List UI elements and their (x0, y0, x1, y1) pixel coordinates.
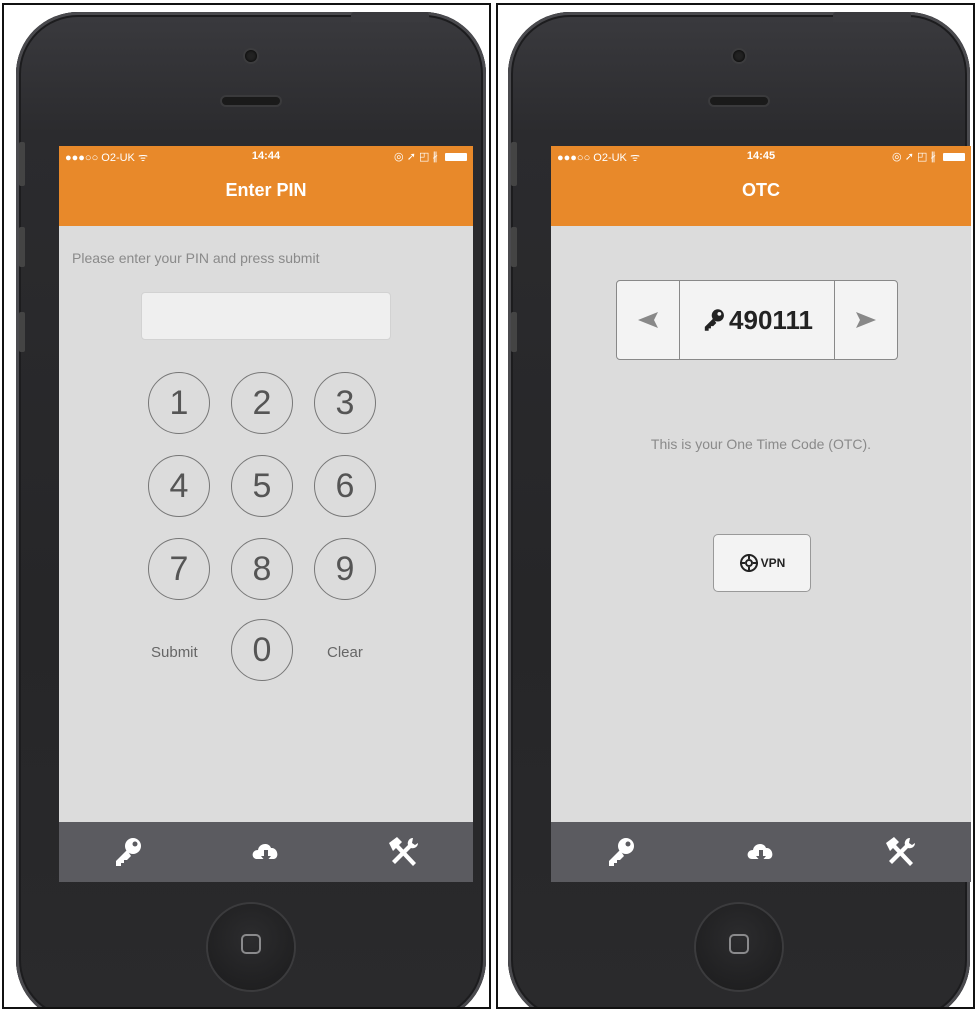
key-1[interactable]: 1 (148, 372, 210, 434)
vpn-label: VPN (760, 556, 786, 570)
key-4[interactable]: 4 (148, 455, 210, 517)
page-title: OTC (742, 180, 780, 200)
pin-screen: ●●●○○ O2-UK ᯤ 14:44 ◎ ➚ ◰ ∦ Enter PIN Pl… (59, 146, 473, 882)
previous-code-button[interactable] (617, 281, 680, 359)
volume-down-button (19, 312, 25, 352)
mute-switch (19, 142, 25, 186)
key-5[interactable]: 5 (231, 455, 293, 517)
battery-icon (943, 153, 965, 162)
status-time: 14:44 (251, 150, 281, 162)
otc-code-display: 490111 (680, 281, 834, 359)
tab-key[interactable] (98, 827, 158, 877)
key-icon (704, 309, 724, 331)
carrier-label: ●●●○○ O2-UK ᯤ (65, 152, 148, 164)
vpn-icon (739, 554, 758, 572)
home-square-icon (729, 934, 749, 954)
key-6[interactable]: 6 (314, 455, 376, 517)
key-icon (116, 838, 141, 866)
tab-key[interactable] (591, 827, 651, 877)
volume-up-button (511, 227, 517, 267)
tools-icon (389, 837, 418, 866)
power-button (833, 12, 911, 22)
status-icons-text: ◎ ➚ ◰ ∦ (892, 151, 936, 163)
status-time: 14:45 (746, 150, 776, 162)
status-icons: ◎ ➚ ◰ ∦ (394, 150, 467, 163)
otc-screen: ●●●○○ O2-UK ᯤ 14:45 ◎ ➚ ◰ ∦ OTC 490111 T… (551, 146, 971, 882)
key-0[interactable]: 0 (231, 619, 293, 681)
otc-description: This is your One Time Code (OTC). (650, 436, 872, 452)
key-8[interactable]: 8 (231, 538, 293, 600)
carrier-label: ●●●○○ O2-UK ᯤ (557, 152, 640, 164)
key-9[interactable]: 9 (314, 538, 376, 600)
next-code-button[interactable] (834, 281, 897, 359)
home-button[interactable] (696, 904, 782, 990)
phone-frame: ●●●○○ O2-UK ᯤ 14:45 ◎ ➚ ◰ ∦ OTC 490111 T… (508, 12, 971, 1007)
key-icon (609, 838, 634, 866)
nav-header: ●●●○○ O2-UK ᯤ 14:44 ◎ ➚ ◰ ∦ Enter PIN (59, 146, 473, 226)
front-camera (733, 50, 745, 62)
pin-prompt: Please enter your PIN and press submit (72, 250, 320, 266)
battery-icon (445, 153, 467, 162)
volume-up-button (19, 227, 25, 267)
arrow-right-icon (856, 312, 876, 328)
clear-button[interactable]: Clear (327, 644, 363, 661)
page-title: Enter PIN (225, 180, 307, 200)
cloud-download-icon (747, 844, 773, 862)
submit-button[interactable]: Submit (151, 644, 198, 661)
tools-icon (886, 837, 915, 866)
home-button[interactable] (208, 904, 294, 990)
key-2[interactable]: 2 (231, 372, 293, 434)
status-icons: ◎ ➚ ◰ ∦ (892, 150, 965, 163)
home-square-icon (241, 934, 261, 954)
status-bar: ●●●○○ O2-UK ᯤ 14:45 ◎ ➚ ◰ ∦ (557, 150, 965, 166)
nav-header: ●●●○○ O2-UK ᯤ 14:45 ◎ ➚ ◰ ∦ OTC (551, 146, 971, 226)
tab-download[interactable] (731, 827, 791, 877)
vpn-button[interactable]: VPN (713, 534, 811, 592)
power-button (351, 12, 429, 22)
right-panel: ●●●○○ O2-UK ᯤ 14:45 ◎ ➚ ◰ ∦ OTC 490111 T… (496, 3, 975, 1009)
left-panel: ●●●○○ O2-UK ᯤ 14:44 ◎ ➚ ◰ ∦ Enter PIN Pl… (2, 3, 491, 1009)
tab-bar (59, 822, 473, 882)
key-3[interactable]: 3 (314, 372, 376, 434)
phone-frame: ●●●○○ O2-UK ᯤ 14:44 ◎ ➚ ◰ ∦ Enter PIN Pl… (16, 12, 486, 1007)
tab-tools[interactable] (871, 827, 931, 877)
tab-bar (551, 822, 971, 882)
otc-code: 490111 (729, 304, 813, 335)
status-bar: ●●●○○ O2-UK ᯤ 14:44 ◎ ➚ ◰ ∦ (65, 150, 467, 166)
mute-switch (511, 142, 517, 186)
volume-down-button (511, 312, 517, 352)
pin-input[interactable] (141, 292, 391, 340)
key-7[interactable]: 7 (148, 538, 210, 600)
otc-selector: 490111 (616, 280, 898, 360)
status-icons-text: ◎ ➚ ◰ ∦ (394, 151, 438, 163)
earpiece-speaker (710, 97, 768, 105)
tab-tools[interactable] (374, 827, 434, 877)
cloud-download-icon (252, 844, 278, 862)
tab-download[interactable] (236, 827, 296, 877)
front-camera (245, 50, 257, 62)
arrow-left-icon (638, 312, 658, 328)
earpiece-speaker (222, 97, 280, 105)
